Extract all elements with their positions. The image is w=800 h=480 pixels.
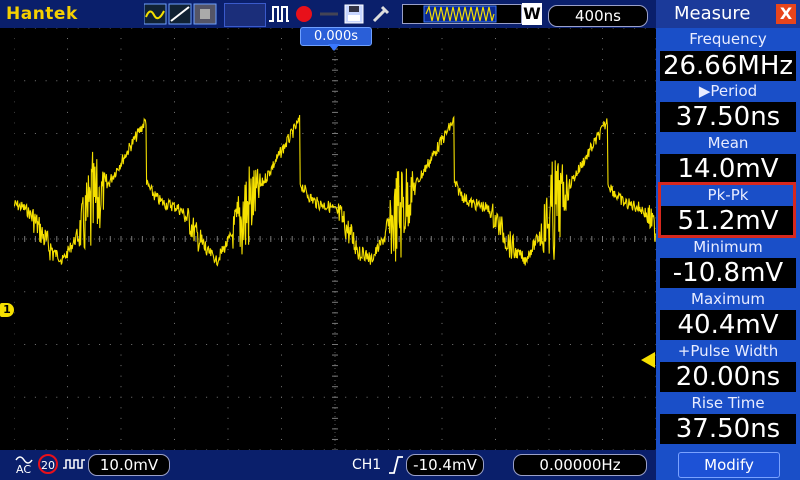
- waveform-display[interactable]: [14, 28, 656, 450]
- trigger-frequency-readout: 0.00000Hz: [513, 454, 647, 476]
- trigger-source-label: CH1: [352, 457, 382, 473]
- save-icon[interactable]: [343, 3, 365, 25]
- rising-edge-icon: [389, 456, 403, 474]
- measure-label-period: ▶Period: [698, 82, 758, 100]
- link-icon: [320, 12, 338, 16]
- memory-depth-icon[interactable]: [402, 3, 522, 25]
- cursor-icon[interactable]: [224, 3, 266, 27]
- record-icon[interactable]: [293, 3, 315, 25]
- bandwidth-limit-badge: 20: [38, 454, 58, 474]
- measure-value-period[interactable]: 37.50ns: [660, 102, 796, 132]
- measure-value-maximum[interactable]: 40.4mV: [660, 310, 796, 340]
- trigger-position-arrow: [328, 44, 340, 51]
- tools-icon[interactable]: [370, 3, 392, 25]
- selected-measurement-highlight: [658, 182, 796, 238]
- timebase-readout[interactable]: 400ns: [548, 5, 648, 27]
- measure-label-minimum: Minimum: [693, 238, 763, 256]
- coupling-label: AC: [16, 463, 32, 476]
- trigger-level-readout[interactable]: -10.4mV: [406, 454, 484, 476]
- measure-label-frequency: Frequency: [689, 30, 767, 48]
- close-button[interactable]: X: [776, 4, 796, 24]
- ch1-trace: [14, 114, 656, 267]
- graticule-grid: [14, 28, 656, 450]
- measure-label-pulse-width: +Pulse Width: [677, 342, 779, 360]
- waveform-mode-label: W: [522, 3, 542, 25]
- measure-label-rise-time: Rise Time: [691, 394, 765, 412]
- measure-value-frequency[interactable]: 26.66MHz: [660, 51, 796, 81]
- display-mode-icon[interactable]: [144, 3, 220, 25]
- modify-button[interactable]: Modify: [678, 452, 780, 478]
- trigger-level-marker[interactable]: [641, 352, 655, 368]
- invert-icon: [63, 459, 85, 469]
- measure-label-maximum: Maximum: [691, 290, 765, 308]
- measure-label-mean: Mean: [707, 134, 749, 152]
- bottom-status-bar: AC 20 10.0mV CH1 -10.4mV 0.00000Hz: [0, 450, 656, 480]
- volts-per-div-readout[interactable]: 10.0mV: [88, 454, 170, 476]
- top-status-bar: Hantek W 400ns: [0, 0, 656, 28]
- measure-value-mean[interactable]: 14.0mV: [660, 154, 796, 184]
- measure-panel: Measure X Frequency 26.66MHz ▶Period 37.…: [656, 0, 800, 480]
- measure-value-pulse-width[interactable]: 20.00ns: [660, 362, 796, 392]
- pulse-icon[interactable]: [268, 3, 290, 25]
- brand-logo: Hantek: [6, 4, 78, 24]
- measure-value-rise-time[interactable]: 37.50ns: [660, 414, 796, 444]
- measure-value-minimum[interactable]: -10.8mV: [660, 258, 796, 288]
- ch1-ground-marker[interactable]: 1: [0, 303, 14, 317]
